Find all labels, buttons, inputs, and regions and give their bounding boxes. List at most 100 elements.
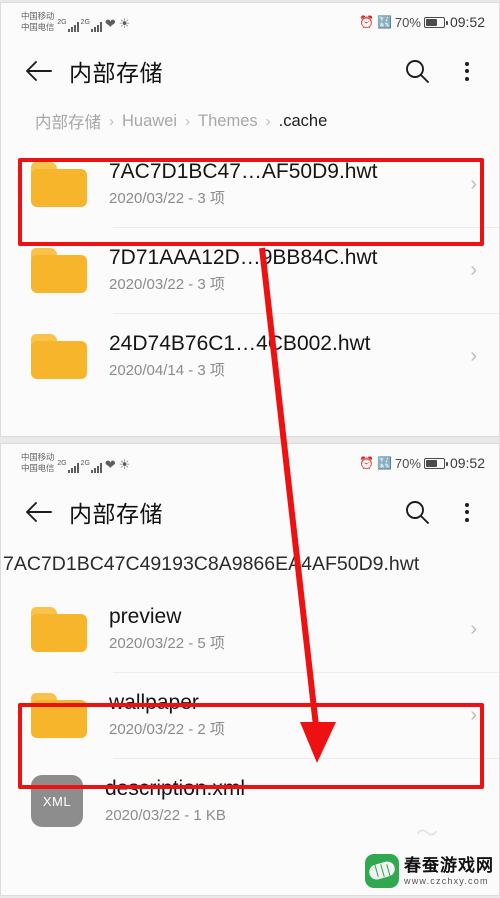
heart-rate-icon: ❤ <box>104 16 116 31</box>
page-title: 内部存储 <box>69 60 163 86</box>
breadcrumb-separator: › <box>185 112 191 130</box>
carrier-names: 中国移动 中国电信 <box>21 11 54 33</box>
screenshot-canvas: 中国移动 中国电信 2G 2G ❤ ☀ ⏰ � <box>0 0 500 898</box>
clock-label: 09:52 <box>449 455 485 471</box>
file-meta: 2020/04/14 - 3 项 <box>109 362 225 379</box>
network-type-label-1: 2G <box>57 460 67 467</box>
network-type-label-1: 2G <box>57 19 67 26</box>
back-arrow-icon[interactable] <box>23 56 53 86</box>
signal-unit-1: 2G <box>57 19 79 32</box>
file-meta: 2020/03/22 - 2 项 <box>109 721 225 738</box>
signal-indicators: 2G 2G <box>57 460 102 473</box>
folder-icon <box>31 333 87 379</box>
list-item-text: 24D74B76C1…4CB002.hwt 2020/04/14 - 3 项 <box>109 330 462 382</box>
list-item-text: 7D71AAA12D…9BB84C.hwt 2020/03/22 - 3 项 <box>109 244 462 296</box>
carrier-primary-label: 中国移动 <box>21 11 55 21</box>
folder-icon <box>31 247 87 293</box>
file-list-bottom: preview 2020/03/22 - 5 项 › wallpaper 202… <box>1 586 499 844</box>
wechat-icon: ☀ <box>118 16 131 31</box>
file-name: wallpaper <box>109 691 199 714</box>
battery-percent-label: 70% <box>394 455 421 471</box>
app-bar-actions <box>403 498 481 526</box>
chevron-right-icon: › <box>470 172 477 195</box>
battery-icon <box>423 457 448 469</box>
file-list-top: 7AC7D1BC47…AF50D9.hwt 2020/03/22 - 3 项 ›… <box>1 141 499 399</box>
folder-icon <box>31 606 87 652</box>
search-icon[interactable] <box>403 498 431 526</box>
breadcrumb-item-1[interactable]: Huawei <box>122 112 177 131</box>
wechat-icon: ☀ <box>118 457 131 472</box>
alarm-clock-icon: ⏰ <box>359 456 374 470</box>
app-bar-actions <box>403 57 481 85</box>
network-type-label-2: 2G <box>80 460 90 467</box>
bluetooth-icon: 🔣 <box>376 456 392 470</box>
list-item-text: 7AC7D1BC47…AF50D9.hwt 2020/03/22 - 3 项 <box>109 158 462 210</box>
signal-bars-icon-2 <box>90 21 102 32</box>
file-name: preview <box>109 605 182 628</box>
list-item-text: wallpaper 2020/03/22 - 2 项 <box>109 689 462 741</box>
carrier-primary-label: 中国移动 <box>21 452 55 462</box>
signal-bars-icon-1 <box>67 462 79 473</box>
page-title: 内部存储 <box>69 501 163 527</box>
status-bar-left-group: 中国移动 中国电信 2G 2G ❤ ☀ <box>21 11 130 33</box>
breadcrumb-separator: › <box>265 112 271 130</box>
breadcrumb-item-0[interactable]: 内部存储 <box>35 109 101 133</box>
watermark: 春蚕游戏网 www.czchxy.com <box>365 854 494 888</box>
signal-unit-1: 2G <box>57 460 79 473</box>
watermark-url: www.czchxy.com <box>404 875 489 886</box>
alarm-clock-icon: ⏰ <box>359 15 374 29</box>
watermark-logo-icon <box>365 854 399 888</box>
watermark-site-name: 春蚕游戏网 <box>404 855 494 875</box>
file-meta: 2020/03/22 - 3 项 <box>109 276 225 293</box>
current-path-label: 7AC7D1BC47C49193C8A9866EA4AF50D9.hwt <box>3 552 420 575</box>
status-bar-top: 中国移动 中国电信 2G 2G ❤ ☀ ⏰ � <box>1 3 499 41</box>
file-name: 7AC7D1BC47…AF50D9.hwt <box>109 160 378 183</box>
file-meta: 2020/03/22 - 5 项 <box>109 635 225 652</box>
signal-indicators: 2G 2G <box>57 19 102 32</box>
xml-file-icon: XML <box>31 775 83 827</box>
list-item[interactable]: wallpaper 2020/03/22 - 2 项 › <box>1 672 499 758</box>
clock-label: 09:52 <box>449 14 485 30</box>
breadcrumb-separator: › <box>109 112 114 130</box>
list-item-text: preview 2020/03/22 - 5 项 <box>109 603 462 655</box>
signal-unit-2: 2G <box>81 19 102 32</box>
status-bar-right-group: ⏰ 🔣 70% 09:52 <box>359 455 485 471</box>
search-icon[interactable] <box>403 57 431 85</box>
list-item[interactable]: 7AC7D1BC47…AF50D9.hwt 2020/03/22 - 3 项 › <box>1 141 499 227</box>
chevron-right-icon: › <box>470 617 477 640</box>
chevron-right-icon: › <box>470 344 477 367</box>
status-bar-right-group: ⏰ 🔣 70% 09:52 <box>359 14 485 30</box>
signal-bars-icon-1 <box>67 21 79 32</box>
list-item[interactable]: 24D74B76C1…4CB002.hwt 2020/04/14 - 3 项 › <box>1 313 499 399</box>
file-name: 7D71AAA12D…9BB84C.hwt <box>109 246 378 269</box>
screenshot-panel-top: 中国移动 中国电信 2G 2G ❤ ☀ ⏰ � <box>0 2 500 437</box>
back-arrow-icon[interactable] <box>23 497 53 527</box>
file-meta: 2020/03/22 - 3 项 <box>109 190 225 207</box>
file-name: description.xml <box>105 777 246 800</box>
status-bar-left-group: 中国移动 中国电信 2G 2G ❤ ☀ <box>21 452 130 474</box>
signal-bars-icon-2 <box>90 462 102 473</box>
signal-unit-2: 2G <box>81 460 102 473</box>
folder-icon <box>31 692 87 738</box>
heart-rate-icon: ❤ <box>104 457 116 472</box>
file-name: 24D74B76C1…4CB002.hwt <box>109 332 371 355</box>
list-item[interactable]: preview 2020/03/22 - 5 项 › <box>1 586 499 672</box>
bluetooth-icon: 🔣 <box>376 15 392 29</box>
network-type-label-2: 2G <box>80 19 90 26</box>
battery-percent-label: 70% <box>394 14 421 30</box>
overflow-menu-icon[interactable] <box>453 57 481 85</box>
status-bar-bottom: 中国移动 中国电信 2G 2G ❤ ☀ ⏰ � <box>1 444 499 482</box>
breadcrumb-item-2[interactable]: Themes <box>198 112 258 131</box>
folder-icon <box>31 161 87 207</box>
list-item[interactable]: 7D71AAA12D…9BB84C.hwt 2020/03/22 - 3 项 › <box>1 227 499 313</box>
battery-icon <box>423 16 448 28</box>
watermark-swoosh-icon: 〜 <box>415 821 438 846</box>
chevron-right-icon: › <box>470 258 477 281</box>
app-bar-top: 内部存储 <box>1 41 499 101</box>
overflow-menu-icon[interactable] <box>453 498 481 526</box>
watermark-text: 春蚕游戏网 www.czchxy.com <box>404 857 494 886</box>
breadcrumb-item-3[interactable]: .cache <box>279 112 328 131</box>
carrier-secondary-label: 中国电信 <box>21 22 55 32</box>
carrier-names: 中国移动 中国电信 <box>21 452 54 474</box>
carrier-secondary-label: 中国电信 <box>21 463 55 473</box>
